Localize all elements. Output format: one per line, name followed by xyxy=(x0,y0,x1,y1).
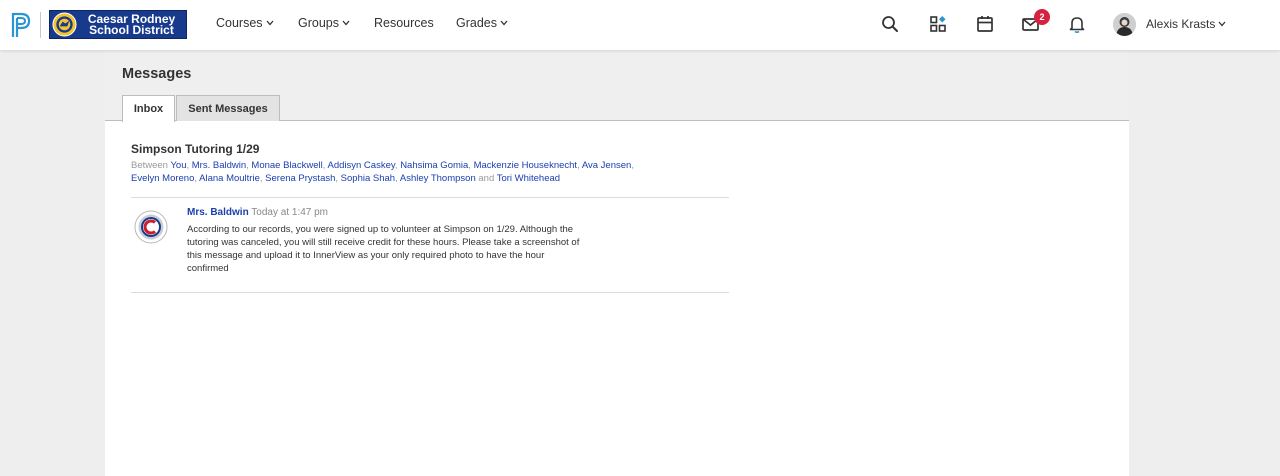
participant-link[interactable]: Mrs. Baldwin xyxy=(192,160,246,171)
top-navigation-bar: Caesar Rodney School District Courses Gr… xyxy=(0,0,1280,50)
tab-sent-messages[interactable]: Sent Messages xyxy=(176,95,280,121)
message-header: Mrs. Baldwin Today at 1:47 pm xyxy=(187,207,328,218)
tab-inbox[interactable]: Inbox xyxy=(122,95,175,122)
between-label: Between xyxy=(131,160,171,171)
participant-link[interactable]: Addisyn Caskey xyxy=(327,160,394,171)
apps-icon[interactable] xyxy=(928,14,948,34)
message-author[interactable]: Mrs. Baldwin xyxy=(187,207,249,218)
nav-courses-label: Courses xyxy=(216,16,263,30)
participant-link[interactable]: Mackenzie Houseknecht xyxy=(474,160,578,171)
district-name-line2: School District xyxy=(89,22,174,37)
chevron-down-icon xyxy=(342,20,350,26)
powerschool-logo-icon[interactable] xyxy=(10,11,32,39)
participant-link[interactable]: Nahsima Gomia xyxy=(400,160,468,171)
and-label: and xyxy=(475,172,497,184)
nav-resources-label: Resources xyxy=(374,16,434,30)
message-time: Today at 1:47 pm xyxy=(251,207,329,218)
bell-icon[interactable] xyxy=(1067,14,1087,34)
divider xyxy=(131,197,729,198)
participant-link[interactable]: Serena Prystash xyxy=(265,173,335,184)
message-body: According to our records, you were signe… xyxy=(187,223,617,275)
avatar[interactable] xyxy=(1113,13,1136,36)
participant-link[interactable]: You xyxy=(170,160,186,171)
participant-link[interactable]: Monae Blackwell xyxy=(251,160,322,171)
thread-title: Simpson Tutoring 1/29 xyxy=(131,142,260,156)
messages-badge: 2 xyxy=(1034,9,1050,25)
chevron-down-icon xyxy=(266,20,274,26)
nav-courses[interactable]: Courses xyxy=(216,16,274,30)
message-line: tutoring was canceled, you will still re… xyxy=(187,237,580,248)
participant-link[interactable]: Evelyn Moreno xyxy=(131,173,194,184)
chevron-down-icon xyxy=(500,20,508,26)
calendar-icon[interactable] xyxy=(975,14,995,34)
sender-avatar[interactable] xyxy=(134,210,168,244)
chevron-down-icon xyxy=(1218,21,1226,27)
user-name-label: Alexis Krasts xyxy=(1146,17,1216,31)
divider xyxy=(131,292,729,293)
nav-groups[interactable]: Groups xyxy=(298,16,350,30)
main-panel: Messages Inbox Sent Messages Simpson Tut… xyxy=(105,50,1129,476)
participant-link[interactable]: Ashley Thompson xyxy=(400,173,476,184)
logo-divider xyxy=(40,12,41,38)
participant-link[interactable]: Ava Jensen xyxy=(582,160,631,171)
nav-groups-label: Groups xyxy=(298,16,339,30)
message-line: this message and upload it to InnerView … xyxy=(187,250,545,261)
nav-grades[interactable]: Grades xyxy=(456,16,508,30)
nav-grades-label: Grades xyxy=(456,16,497,30)
participant-link[interactable]: Tori Whitehead xyxy=(497,173,560,184)
message-line: confirmed xyxy=(187,263,229,274)
district-name: Caesar Rodney School District xyxy=(77,13,186,37)
search-icon[interactable] xyxy=(880,14,900,34)
message-line: According to our records, you were signe… xyxy=(187,224,574,235)
participant-link[interactable]: Sophia Shah xyxy=(341,173,395,184)
district-seal-icon xyxy=(52,12,77,37)
district-logo[interactable]: Caesar Rodney School District xyxy=(49,10,187,39)
nav-resources[interactable]: Resources xyxy=(374,16,434,30)
participant-list: Between You, Mrs. Baldwin, Monae Blackwe… xyxy=(131,160,634,184)
participant-link[interactable]: Alana Moultrie xyxy=(199,173,260,184)
page-title: Messages xyxy=(122,66,192,82)
user-avatar-icon xyxy=(1113,13,1136,36)
user-menu[interactable]: Alexis Krasts xyxy=(1146,17,1226,31)
